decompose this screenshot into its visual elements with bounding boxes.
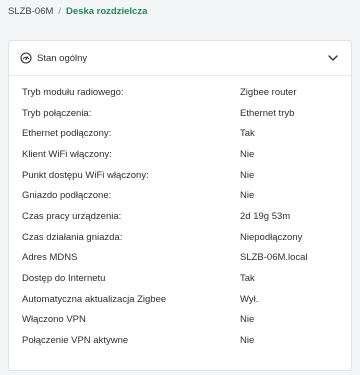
status-value: Wył. — [240, 293, 259, 305]
status-label: Czas pracy urządzenia: — [22, 210, 122, 222]
status-value: Zigbee router — [240, 86, 297, 98]
status-row-vpn-active: Połączenie VPN aktywne Nie — [9, 330, 351, 351]
status-label: Punkt dostępu WiFi włączony: — [22, 169, 149, 181]
status-label: Czas działania gniazda: — [22, 231, 123, 243]
status-row-vpn-enabled: Włączono VPN Nie — [9, 310, 351, 331]
status-label: Automatyczna aktualizacja Zigbee — [22, 293, 167, 305]
status-row-device-uptime: Czas pracy urządzenia: 2d 19g 53m — [9, 206, 351, 227]
status-row-connection-mode: Tryb połączenia: Ethernet tryb — [9, 103, 351, 124]
chevron-down-icon[interactable] — [327, 52, 339, 64]
status-value: Tak — [240, 273, 255, 285]
status-row-ethernet-connected: Ethernet podłączony: Tak — [9, 123, 351, 144]
status-value: Nie — [240, 335, 255, 347]
status-row-wifi-client: Klient WiFi włączony: Nie — [9, 144, 351, 165]
status-row-wifi-ap: Punkt dostępu WiFi włączony: Nie — [9, 165, 351, 186]
status-label: Klient WiFi włączony: — [22, 148, 112, 160]
breadcrumb-current-page: Deska rozdzielcza — [66, 6, 148, 17]
status-label: Tryb modułu radiowego: — [22, 86, 124, 98]
status-row-socket-connected: Gniazdo podłączone: Nie — [9, 185, 351, 206]
status-value: SLZB-06M.local — [240, 252, 308, 264]
card-header[interactable]: Stan ogólny — [9, 41, 351, 76]
breadcrumb-device-link[interactable]: SLZB-06M — [8, 6, 53, 17]
status-value: Nie — [240, 169, 255, 181]
status-label: Włączono VPN — [22, 314, 86, 326]
status-label: Połączenie VPN aktywne — [22, 335, 129, 347]
status-label: Dostęp do Internetu — [22, 273, 106, 285]
status-label: Gniazdo podłączone: — [22, 190, 112, 202]
dashboard-gauge-icon — [20, 52, 32, 64]
status-value: Tak — [240, 128, 255, 140]
card-title: Stan ogólny — [37, 52, 88, 64]
status-list: Tryb modułu radiowego: Zigbee router Try… — [9, 76, 351, 351]
status-row-zigbee-auto-update: Automatyczna aktualizacja Zigbee Wył. — [9, 289, 351, 310]
status-label: Adres MDNS — [22, 252, 78, 264]
status-label: Tryb połączenia: — [22, 107, 92, 119]
status-label: Ethernet podłączony: — [22, 128, 112, 140]
status-value: 2d 19g 53m — [240, 210, 291, 222]
breadcrumb-separator: / — [58, 6, 62, 17]
status-row-internet-access: Dostęp do Internetu Tak — [9, 268, 351, 289]
breadcrumb: SLZB-06M / Deska rozdzielcza — [8, 6, 147, 17]
status-value: Niepodłączony — [240, 231, 303, 243]
general-status-card: Stan ogólny Tryb modułu radiowego: Zigbe… — [8, 40, 352, 371]
status-value: Ethernet tryb — [240, 107, 295, 119]
status-value: Nie — [240, 148, 255, 160]
status-row-socket-uptime: Czas działania gniazda: Niepodłączony — [9, 227, 351, 248]
status-value: Nie — [240, 190, 255, 202]
status-value: Nie — [240, 314, 255, 326]
status-row-radio-mode: Tryb modułu radiowego: Zigbee router — [9, 82, 351, 103]
status-row-mdns-address: Adres MDNS SLZB-06M.local — [9, 248, 351, 269]
